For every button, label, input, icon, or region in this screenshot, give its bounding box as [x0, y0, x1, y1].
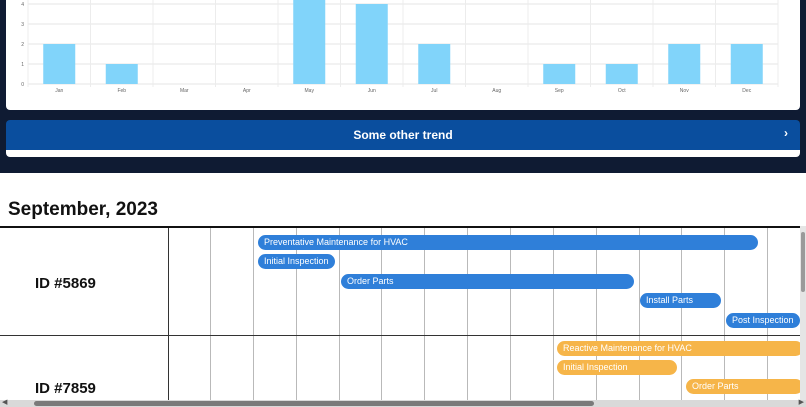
x-tick-label: Oct: [618, 88, 626, 94]
x-tick-label: Jun: [368, 88, 376, 94]
chart-svg: 0 1 2 3 4 Jan Feb Mar Apr May Jun Jul Aug Sep Oct Nov De…: [21, 0, 779, 94]
trend-card-footer: [6, 150, 800, 157]
scroll-right-icon[interactable]: ▶: [799, 398, 804, 406]
trend-label: Some other trend: [353, 128, 453, 142]
dashboard-panel: 0 1 2 3 4 Jan Feb Mar Apr May Jun Jul Aug Sep Oct Nov De…: [0, 0, 806, 173]
bar-jul: [418, 44, 451, 84]
vertical-scrollbar[interactable]: [800, 226, 806, 400]
x-tick-label: Dec: [742, 88, 751, 94]
row-id-label: ID #5869: [35, 275, 96, 292]
x-tick-label: Aug: [492, 88, 501, 94]
chevron-right-icon: ›: [784, 126, 788, 140]
task-preventative-maintenance[interactable]: Preventative Maintenance for HVAC: [258, 235, 758, 250]
y-tick-label: 1: [21, 62, 24, 68]
task-initial-inspection[interactable]: Initial Inspection: [258, 254, 335, 269]
month-title: September, 2023: [8, 199, 158, 220]
horizontal-scrollbar[interactable]: ◀ ▶: [0, 398, 806, 407]
y-tick-label: 0: [21, 82, 24, 88]
x-tick-label: Nov: [680, 88, 689, 94]
bar-oct: [605, 64, 638, 84]
task-order-parts[interactable]: Order Parts: [341, 274, 634, 289]
x-tick-label: Feb: [117, 88, 126, 94]
y-tick-label: 3: [21, 22, 24, 28]
scroll-left-icon[interactable]: ◀: [2, 398, 7, 406]
some-other-trend-button[interactable]: Some other trend ›: [6, 120, 800, 150]
bar-jan: [43, 44, 76, 84]
x-tick-label: Jul: [431, 88, 437, 94]
y-tick-label: 4: [21, 2, 24, 8]
x-tick-label: Sep: [555, 88, 564, 94]
x-tick-label: Mar: [180, 88, 189, 94]
y-tick-label: 2: [21, 42, 24, 48]
x-tick-label: May: [305, 88, 315, 94]
bar-nov: [668, 44, 701, 84]
bar-sep: [543, 64, 576, 84]
task-order-parts[interactable]: Order Parts: [686, 379, 803, 394]
bar-may: [293, 0, 326, 84]
bar-feb: [105, 64, 138, 84]
task-initial-inspection[interactable]: Initial Inspection: [557, 360, 677, 375]
scrollbar-thumb[interactable]: [34, 401, 594, 406]
monthly-bar-chart: 0 1 2 3 4 Jan Feb Mar Apr May Jun Jul Aug Sep Oct Nov De…: [6, 0, 800, 110]
bar-jun: [355, 4, 388, 84]
gantt-row-5869: ID #5869 Preventative Maintenance for HV…: [0, 228, 806, 336]
task-post-inspection[interactable]: Post Inspection: [726, 313, 800, 328]
x-tick-label: Jan: [55, 88, 63, 94]
bar-dec: [730, 44, 763, 84]
gantt-schedule: ID #5869 Preventative Maintenance for HV…: [0, 226, 806, 407]
x-tick-label: Apr: [243, 88, 251, 94]
row-id-label: ID #7859: [35, 380, 96, 397]
task-install-parts[interactable]: Install Parts: [640, 293, 721, 308]
gantt-row-7859: ID #7859 Reactive Maintenance for HVAC I…: [0, 336, 806, 407]
task-reactive-maintenance[interactable]: Reactive Maintenance for HVAC: [557, 341, 803, 356]
scrollbar-thumb[interactable]: [801, 232, 805, 292]
